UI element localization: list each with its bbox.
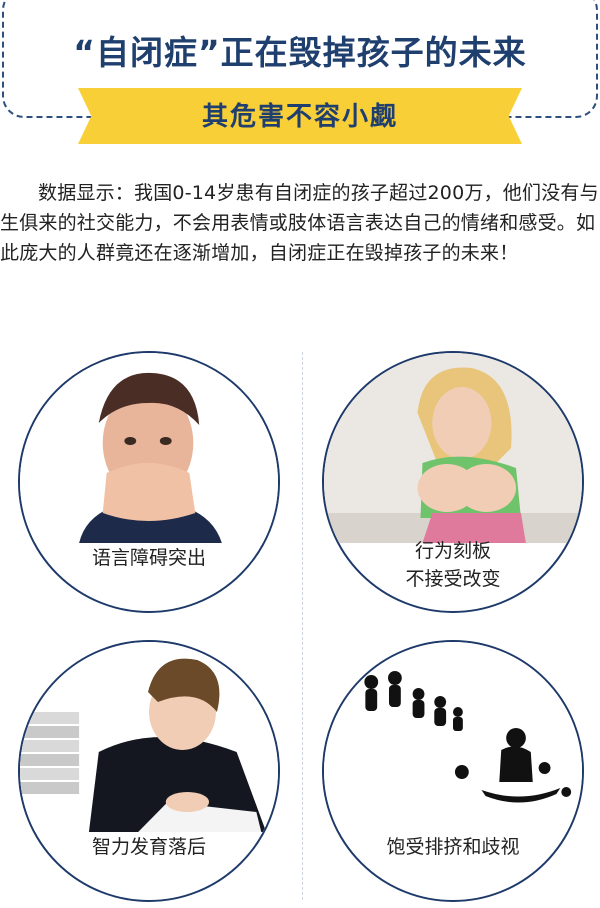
symptom-caption-line2: 不接受改变 — [405, 568, 501, 590]
symptom-caption: 智力发育落后 — [91, 836, 206, 858]
symptom-card-language: 语言障碍突出 — [18, 351, 280, 613]
symptom-caption: 饱受排挤和歧视 — [386, 836, 520, 858]
intro-paragraph: 数据显示：我国0-14岁患有自闭症的孩子超过200万，他们没有与生俱来的社交能力… — [0, 182, 599, 264]
children-silhouettes-image — [324, 642, 582, 832]
boy-covering-mouth-image — [20, 353, 278, 543]
symptom-caption: 语言障碍突出 — [91, 547, 206, 569]
symptom-caption: 行为刻板 不接受改变 — [324, 537, 582, 593]
page-subtitle: 其危害不容小觑 — [201, 102, 398, 132]
symptom-card-intelligence: 智力发育落后 — [18, 640, 280, 902]
boy-studying-image — [20, 642, 278, 832]
symptom-card-exclusion: 饱受排挤和歧视 — [322, 640, 584, 902]
symptom-caption-line1: 行为刻板 — [414, 540, 491, 562]
page: “自闭症”正在毁掉孩子的未来 其危害不容小觑 数据显示：我国0-14岁患有自闭症… — [0, 0, 600, 908]
divider-line — [302, 352, 303, 900]
symptom-card-behavior: 行为刻板 不接受改变 — [322, 351, 584, 613]
page-title: “自闭症”正在毁掉孩子的未来 — [73, 33, 527, 72]
girl-hugging-knees-image — [324, 353, 582, 543]
